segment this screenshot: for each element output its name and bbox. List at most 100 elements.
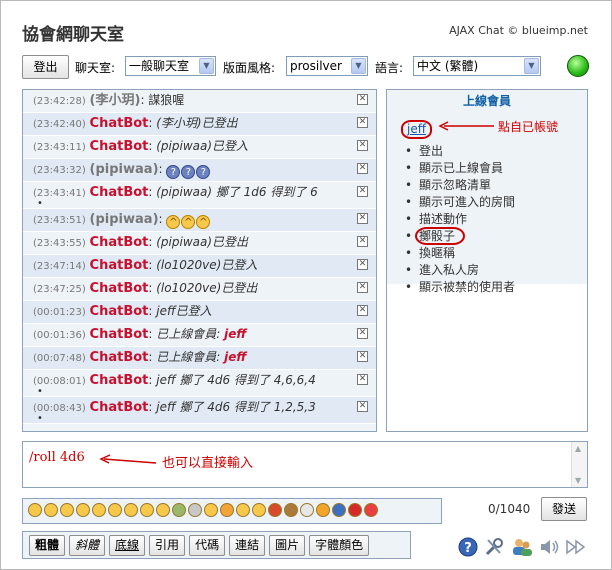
code-button[interactable]: 代碼 <box>189 535 226 556</box>
sound-icon[interactable] <box>539 537 561 559</box>
italic-button[interactable]: 斜體 <box>69 535 106 556</box>
delete-icon[interactable]: ✕ <box>357 259 368 270</box>
menu-item-banned-users[interactable]: 顯示被禁的使用者 <box>405 279 577 296</box>
emoticon-icon[interactable] <box>44 503 58 517</box>
menu-item-describe-action[interactable]: 描述動作 <box>405 211 577 228</box>
delete-icon[interactable]: ✕ <box>357 163 368 174</box>
menu-item-ignore-list[interactable]: 顯示忽略清單 <box>405 177 577 194</box>
message-overflow-dot: • <box>37 413 43 424</box>
message-user[interactable]: ChatBot <box>90 116 149 131</box>
emoticon-icon[interactable] <box>348 503 362 517</box>
menu-item-rooms[interactable]: 顯示可進入的房間 <box>405 194 577 211</box>
logout-button[interactable]: 登出 <box>22 55 69 79</box>
delete-icon[interactable]: ✕ <box>357 140 368 151</box>
help-icon[interactable]: ? <box>457 537 479 559</box>
delete-icon[interactable]: ✕ <box>357 401 368 412</box>
delete-icon[interactable]: ✕ <box>357 94 368 105</box>
message-time: (23:42:40) <box>33 119 86 130</box>
message-user[interactable]: ChatBot <box>90 304 149 319</box>
roll-dice-label[interactable]: 擲骰子 <box>415 227 466 245</box>
connection-status-icon[interactable] <box>567 55 589 77</box>
scroll-up-icon[interactable]: ▲ <box>575 444 581 453</box>
message-user[interactable]: (李小玥) <box>90 93 141 108</box>
chat-message: (23:43:11) ChatBot: (pipiwaa)已登入 ✕ <box>23 136 376 159</box>
language-select[interactable]: 中文 (繁體) ▼ <box>413 56 541 76</box>
emoticon-icon[interactable] <box>300 503 314 517</box>
emoticon-icon[interactable] <box>140 503 154 517</box>
menu-item-change-nick[interactable]: 換暱稱 <box>405 245 577 262</box>
image-button[interactable]: 圖片 <box>269 535 306 556</box>
delete-icon[interactable]: ✕ <box>357 374 368 385</box>
chat-message-list[interactable]: (23:42:28) (李小玥): 謀狼喔 ✕ (23:42:40) ChatB… <box>22 89 377 432</box>
delete-icon[interactable]: ✕ <box>357 305 368 316</box>
emoticon-icon[interactable] <box>60 503 74 517</box>
emoticon-icon[interactable] <box>220 503 234 517</box>
message-user[interactable]: ChatBot <box>90 350 149 365</box>
delete-icon[interactable]: ✕ <box>357 351 368 362</box>
message-user[interactable]: ChatBot <box>90 258 149 273</box>
message-user[interactable]: ChatBot <box>90 327 149 342</box>
emoticon-icon[interactable] <box>28 503 42 517</box>
emoticon-icon[interactable] <box>156 503 170 517</box>
emoticon-icon[interactable] <box>332 503 346 517</box>
delete-icon[interactable]: ✕ <box>357 186 368 197</box>
message-user[interactable]: ChatBot <box>90 185 149 200</box>
delete-icon[interactable]: ✕ <box>357 213 368 224</box>
message-user[interactable]: ChatBot <box>90 373 149 388</box>
message-user[interactable]: ChatBot <box>90 139 149 154</box>
delete-icon[interactable]: ✕ <box>357 236 368 247</box>
message-user[interactable]: ChatBot <box>90 400 149 415</box>
emoticon-icon[interactable] <box>188 503 202 517</box>
emoticon-icon[interactable] <box>316 503 330 517</box>
delete-icon[interactable]: ✕ <box>357 117 368 128</box>
emoticon-icon[interactable] <box>172 503 186 517</box>
chat-message: (23:47:25) ChatBot: (lo1020ve)已登出 ✕ <box>23 278 376 301</box>
emoticon-icon[interactable] <box>204 503 218 517</box>
emoticon-icon[interactable] <box>364 503 378 517</box>
emoticon-icon[interactable] <box>236 503 250 517</box>
message-time: (23:43:51) <box>33 215 86 226</box>
message-input-value: /roll 4d6 <box>29 450 85 465</box>
emoticon-icon[interactable] <box>268 503 282 517</box>
emoticon-icon[interactable] <box>76 503 90 517</box>
message-time: (23:43:32) <box>33 165 86 176</box>
menu-item-show-online[interactable]: 顯示已上線會員 <box>405 160 577 177</box>
bold-button[interactable]: 粗體 <box>29 535 66 556</box>
input-scrollbar[interactable]: ▲ ▼ <box>571 442 587 487</box>
emoticon-icon[interactable] <box>252 503 266 517</box>
style-select[interactable]: prosilver ▼ <box>286 56 368 76</box>
link-button[interactable]: 連結 <box>229 535 266 556</box>
menu-item-private-room[interactable]: 進入私人房 <box>405 262 577 279</box>
menu-item-roll-dice[interactable]: 擲骰子 <box>405 227 577 245</box>
online-user-jeff[interactable]: jeff <box>401 120 432 139</box>
annotation-arrow-icon <box>99 454 157 464</box>
message-user[interactable]: ChatBot <box>90 235 149 250</box>
scroll-toggle-icon[interactable] <box>565 537 587 559</box>
menu-item-logout[interactable]: 登出 <box>405 143 577 160</box>
delete-icon[interactable]: ✕ <box>357 328 368 339</box>
message-time: (23:47:25) <box>33 284 86 295</box>
message-highlight-user[interactable]: jeff <box>224 350 246 364</box>
emoticon-icon[interactable] <box>284 503 298 517</box>
quote-button[interactable]: 引用 <box>149 535 186 556</box>
message-user[interactable]: (pipiwaa) <box>90 212 159 227</box>
online-user-name[interactable]: jeff <box>407 122 426 136</box>
message-user[interactable]: ChatBot <box>90 281 149 296</box>
message-user[interactable]: (pipiwaa) <box>90 162 159 177</box>
underline-button[interactable]: 底線 <box>109 535 146 556</box>
send-button[interactable]: 發送 <box>541 497 587 521</box>
emoticon-icon[interactable] <box>124 503 138 517</box>
scroll-down-icon[interactable]: ▼ <box>575 476 581 485</box>
char-counter: 0/1040 <box>488 502 531 516</box>
chat-message: (00:08:01) ChatBot: jeff 擲了 4d6 得到了 4,6,… <box>23 370 376 397</box>
delete-icon[interactable]: ✕ <box>357 282 368 293</box>
users-icon[interactable] <box>511 537 533 559</box>
message-highlight-user[interactable]: jeff <box>224 327 246 341</box>
emoticon-icon[interactable] <box>108 503 122 517</box>
chat-message: (23:43:32) (pipiwaa): ??? ✕ <box>23 159 376 182</box>
font-color-button[interactable]: 字體顏色 <box>309 535 370 556</box>
emoticon-icon[interactable] <box>92 503 106 517</box>
chat-message: (00:01:23) ChatBot: jeff已登入 ✕ <box>23 301 376 324</box>
settings-icon[interactable] <box>483 537 505 559</box>
channel-select[interactable]: 一般聊天室 ▼ <box>125 56 216 76</box>
